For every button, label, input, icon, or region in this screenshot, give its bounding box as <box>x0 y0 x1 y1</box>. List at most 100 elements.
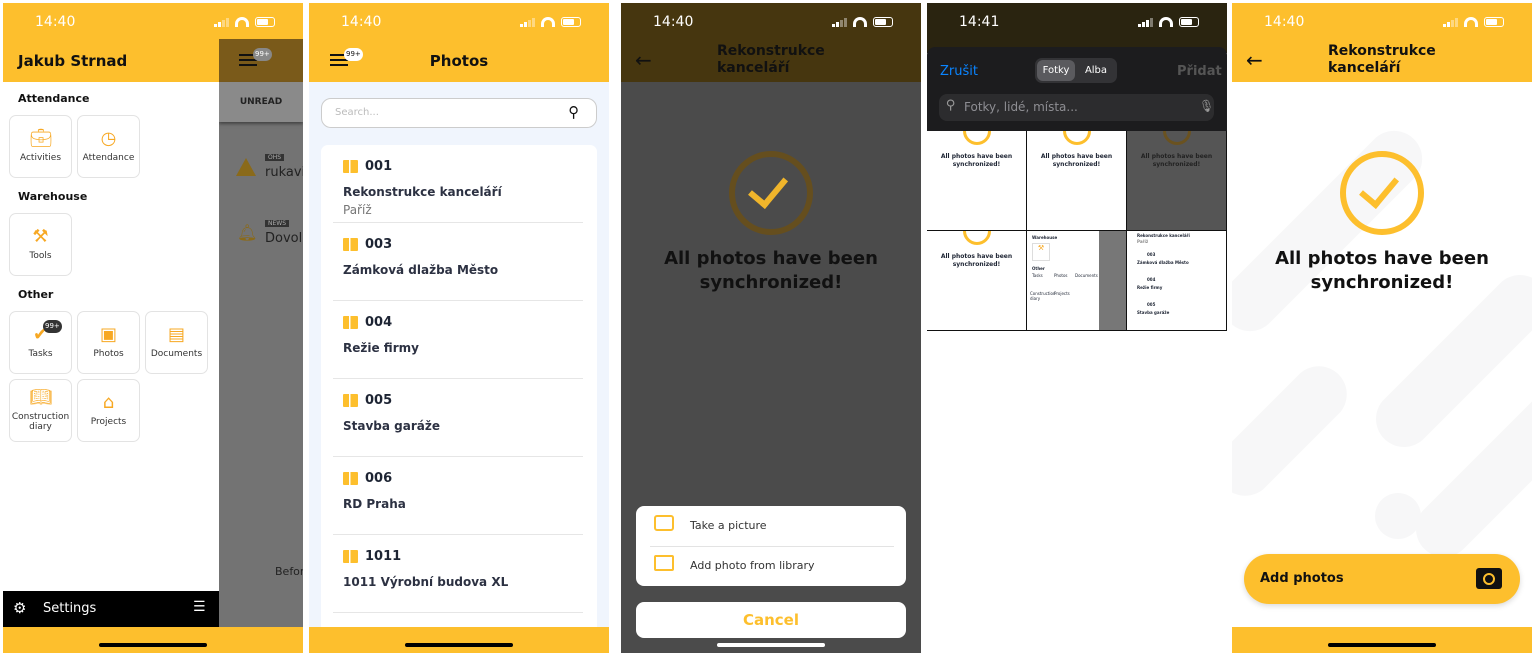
search-input[interactable]: Search... ⚲ <box>321 98 597 128</box>
project-name: 1011 Výrobní budova XL <box>343 575 509 589</box>
menu-tile-construction-diary[interactable]: 📖︎ Construction diary <box>9 379 72 442</box>
home-indicator[interactable] <box>405 643 513 647</box>
thumb-text: Zámková dlažba Město <box>1137 260 1189 265</box>
thumb-text: Režie firmy <box>1137 285 1163 290</box>
building-icon <box>343 550 358 563</box>
option-label: Add photo from library <box>690 559 815 572</box>
list-item[interactable]: 006 RD Praha <box>333 457 583 535</box>
thumb-text: 004 <box>1147 277 1156 282</box>
building-icon <box>343 394 358 407</box>
tab-unread[interactable]: UNREAD <box>219 82 303 122</box>
home-indicator[interactable] <box>99 643 207 647</box>
photo-thumbnail[interactable]: Rekonstrukce kanceláří Paříž 003 Zámková… <box>1127 231 1226 330</box>
camera-icon <box>1476 568 1502 589</box>
book-icon: 📖︎ <box>29 387 53 408</box>
settings-bar[interactable]: ⚙ Settings ☰ <box>3 591 219 627</box>
home-indicator[interactable] <box>1328 643 1436 647</box>
thumb-text: Tasks <box>1032 273 1043 278</box>
cancel-button[interactable]: Cancel <box>636 602 906 638</box>
status-bar: 14:40 <box>309 3 609 41</box>
back-arrow-icon[interactable]: ← <box>1246 48 1263 72</box>
thumb-text: All photos have been synchronized! <box>1040 153 1113 168</box>
cancel-button[interactable]: Zrušit <box>940 64 978 79</box>
page-title: Rekonstrukce kanceláří <box>717 43 825 76</box>
screen-photo-picker: 14:41 Zrušit Fotky Alba Přidat ⚲ Fotky, … <box>927 3 1227 653</box>
clock-icon: ◷ <box>100 128 117 149</box>
menu-tile-photos[interactable]: ▣ Photos <box>77 311 140 374</box>
project-code: 006 <box>365 471 393 486</box>
status-bar: 14:41 <box>927 3 1227 41</box>
add-from-library-option[interactable]: Add photo from library <box>636 547 906 586</box>
user-name: Jakub Strnad <box>18 52 128 70</box>
tag-news: NEWS <box>265 220 290 227</box>
menu-tile-attendance[interactable]: ◷ Attendance <box>77 115 140 178</box>
briefcase-icon: 💼︎ <box>29 128 53 149</box>
search-input[interactable]: ⚲ Fotky, lidé, místa... 🎙︎ <box>939 94 1214 121</box>
search-placeholder: Search... <box>335 107 379 118</box>
thumb-text: All photos have been synchronized! <box>940 253 1013 268</box>
list-item[interactable]: 004 Režie firmy <box>333 301 583 379</box>
notification-text: Dovole <box>265 231 303 246</box>
tile-label: Attendance <box>82 153 135 163</box>
list-item[interactable]: 1011 1011 Výrobní budova XL <box>333 535 583 613</box>
screen-project-photos-action-sheet: 14:40 ← Rekonstrukce kanceláří All photo… <box>621 3 921 653</box>
segment-alba[interactable]: Alba <box>1077 60 1115 81</box>
back-arrow-icon[interactable]: ← <box>635 48 652 72</box>
project-code: 005 <box>365 393 393 408</box>
menu-tile-activities[interactable]: 💼︎ Activities <box>9 115 72 178</box>
list-item[interactable]: 005 Stavba garáže <box>333 379 583 457</box>
take-picture-option[interactable]: Take a picture <box>636 506 906 546</box>
microphone-icon[interactable]: 🎙︎ <box>1199 99 1214 113</box>
thumb-text: Photos <box>1054 273 1068 278</box>
home-indicator[interactable] <box>717 643 825 647</box>
thumb-text: Projects <box>1054 291 1070 296</box>
add-photos-button[interactable]: Add photos <box>1244 554 1520 604</box>
tile-label: Projects <box>90 417 127 427</box>
photo-thumbnail[interactable]: All photos have been synchronized! <box>927 231 1026 330</box>
tile-label: Tools <box>29 251 52 261</box>
photo-thumbnail[interactable]: All photos have been synchronized! <box>927 131 1026 230</box>
section-title: Warehouse <box>18 190 88 203</box>
project-name: RD Praha <box>343 497 406 511</box>
notification-text: rukavic <box>265 165 303 180</box>
section-title: Attendance <box>18 92 90 105</box>
status-bar: 14:40 <box>621 3 921 41</box>
thumb-text: All photos have been synchronized! <box>940 153 1013 168</box>
project-code: 003 <box>365 237 393 252</box>
segment-fotky[interactable]: Fotky <box>1037 60 1075 81</box>
add-button[interactable]: Přidat <box>1177 64 1222 79</box>
list-icon[interactable]: ☰ <box>193 599 206 615</box>
menu-tile-projects[interactable]: ⌂ Projects <box>77 379 140 442</box>
project-code: 001 <box>365 159 393 174</box>
tasks-badge: 99+ <box>43 320 62 333</box>
picker-header: Zrušit Fotky Alba Přidat ⚲ Fotky, lidé, … <box>927 47 1227 131</box>
list-item[interactable]: 001 Rekonstrukce kanceláří Paříž <box>333 145 583 223</box>
thumb-text: 005 <box>1147 302 1156 307</box>
background-screen-overlay[interactable]: 99+ UNREAD OHS rukavic 🔔︎ NEWS Dovole Be… <box>219 3 303 653</box>
projects-icon: ⌂ <box>102 392 115 413</box>
menu-tile-tasks[interactable]: ✔ 99+ Tasks <box>9 311 72 374</box>
search-placeholder: Fotky, lidé, místa... <box>964 100 1078 114</box>
project-name: Stavba garáže <box>343 419 440 433</box>
search-icon[interactable]: ⚲ <box>568 103 579 121</box>
document-icon: ▤ <box>167 324 185 345</box>
thumb-text: Paříž <box>1137 239 1149 244</box>
option-label: Take a picture <box>690 519 767 532</box>
photo-thumbnail[interactable]: All photos have been synchronized! <box>1127 131 1226 230</box>
thumb-text: Construction diary <box>1030 291 1056 301</box>
menu-tile-documents[interactable]: ▤ Documents <box>145 311 208 374</box>
building-icon <box>343 160 358 173</box>
photo-grid: All photos have been synchronized! All p… <box>927 131 1227 331</box>
search-icon: ⚲ <box>946 98 956 113</box>
menu-tile-tools[interactable]: ⚒ Tools <box>9 213 72 276</box>
thumb-text: Warehouse <box>1032 235 1058 240</box>
photo-thumbnail[interactable]: All photos have been synchronized! <box>1027 131 1126 230</box>
status-time: 14:40 <box>1264 14 1305 30</box>
list-item[interactable]: 003 Zámková dlažba Město <box>333 223 583 301</box>
thumb-text: All photos have been synchronized! <box>1140 153 1213 168</box>
photo-thumbnail[interactable]: Warehouse ⚒ Other Tasks Photos Documents… <box>1027 231 1126 330</box>
tile-label: Activities <box>19 153 62 163</box>
tag-ohs: OHS <box>265 154 285 161</box>
action-sheet: Take a picture Add photo from library <box>636 506 906 586</box>
status-bar: 14:40 <box>1232 3 1532 41</box>
